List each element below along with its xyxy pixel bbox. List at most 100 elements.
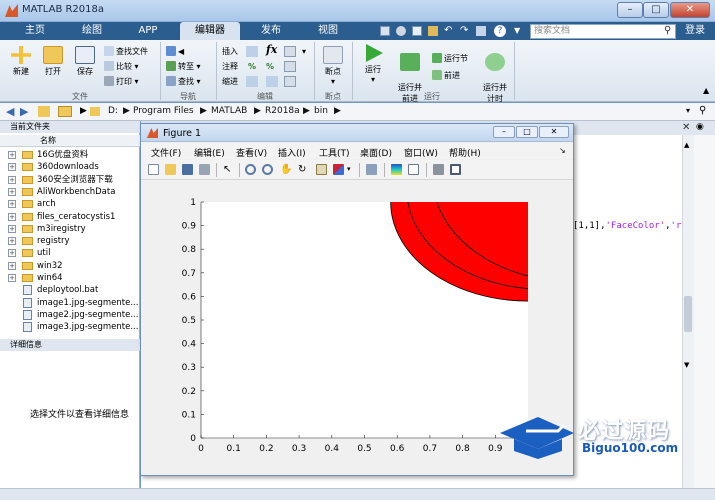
- tab-apps[interactable]: APP: [128, 22, 168, 40]
- search-input[interactable]: 搜索文档: [530, 24, 676, 39]
- dropdown-icon[interactable]: ▼: [514, 26, 520, 35]
- paste-icon[interactable]: [428, 26, 438, 36]
- data-cursor-icon[interactable]: [316, 164, 327, 175]
- file-list-item[interactable]: + util: [0, 247, 140, 259]
- file-list-item[interactable]: + files_ceratocystis1: [0, 211, 140, 223]
- breadcrumb-matlab[interactable]: MATLAB: [211, 106, 247, 116]
- up-folder-icon[interactable]: [38, 106, 50, 117]
- tab-home[interactable]: 主页: [18, 22, 52, 40]
- scroll-down-icon[interactable]: ▼: [684, 361, 689, 369]
- expand-icon[interactable]: +: [8, 224, 16, 233]
- pan-icon[interactable]: ✋: [280, 164, 292, 175]
- file-list-item[interactable]: image1.jpg-segmente...: [0, 297, 140, 309]
- file-list-item[interactable]: + win64: [0, 272, 140, 284]
- expand-icon[interactable]: +: [8, 187, 16, 196]
- file-list-item[interactable]: +360安全浏览器下载: [0, 174, 140, 186]
- menu-tools[interactable]: 工具(T): [319, 146, 350, 159]
- expand-icon[interactable]: +: [8, 151, 16, 159]
- find-button[interactable]: 查找 ▾: [166, 76, 201, 88]
- file-list-item[interactable]: + arch: [0, 198, 140, 210]
- login-button[interactable]: 登录: [680, 23, 710, 39]
- open-file-icon[interactable]: [165, 164, 176, 175]
- help-icon[interactable]: ?: [494, 25, 506, 37]
- comment-percent-icon[interactable]: %: [248, 61, 256, 73]
- show-plot-tools-icon[interactable]: [450, 164, 461, 175]
- maximize-button[interactable]: □: [643, 2, 669, 18]
- breadcrumb-drive[interactable]: D:: [108, 106, 118, 116]
- figure-maximize-button[interactable]: □: [516, 126, 538, 138]
- cut-icon[interactable]: [396, 26, 406, 36]
- zoom-out-icon[interactable]: [262, 164, 273, 175]
- new-button[interactable]: 新建: [6, 46, 36, 77]
- colorbar-icon[interactable]: [391, 164, 402, 175]
- outdent-icon[interactable]: [266, 76, 278, 87]
- file-list-item[interactable]: + registry: [0, 235, 140, 247]
- wrap-comment-icon[interactable]: [284, 46, 296, 57]
- expand-icon[interactable]: +: [8, 249, 16, 258]
- figure-minimize-button[interactable]: –: [493, 126, 515, 138]
- comment-button[interactable]: 注释: [222, 61, 238, 73]
- file-list-item[interactable]: image2.jpg-segmente...: [0, 309, 140, 321]
- advance-button[interactable]: 前进: [432, 70, 460, 82]
- uncomment-icon[interactable]: %: [266, 61, 274, 73]
- switch-windows-icon[interactable]: [476, 26, 486, 36]
- compare-button[interactable]: 比较 ▾: [104, 61, 139, 73]
- tab-view[interactable]: 视图: [308, 22, 348, 40]
- file-list-item[interactable]: image3.jpg-segmente...: [0, 321, 140, 333]
- browse-folder-icon[interactable]: [58, 106, 72, 117]
- expand-icon[interactable]: +: [8, 274, 16, 282]
- figure-title-bar[interactable]: Figure 1 – □ ✕: [141, 124, 573, 142]
- find-files-button[interactable]: 查找文件: [104, 46, 148, 58]
- close-button[interactable]: ✕: [670, 2, 710, 18]
- breadcrumb-r2018a[interactable]: R2018a: [265, 106, 300, 116]
- breakpoints-button[interactable]: 断点 ▾: [318, 46, 348, 86]
- expand-icon[interactable]: +: [8, 261, 16, 270]
- rotate-icon[interactable]: ↻: [298, 164, 309, 175]
- save-figure-icon[interactable]: [182, 164, 193, 175]
- run-section-button[interactable]: 运行节: [432, 53, 468, 65]
- format-icon[interactable]: [284, 76, 296, 87]
- tab-plots[interactable]: 绘图: [72, 22, 112, 40]
- brush-icon[interactable]: [333, 164, 344, 175]
- menu-view[interactable]: 查看(V): [236, 146, 267, 159]
- indent-button[interactable]: 缩进: [222, 76, 238, 88]
- new-figure-icon[interactable]: [148, 164, 159, 175]
- tab-publish[interactable]: 发布: [252, 22, 290, 40]
- scroll-up-icon[interactable]: ▲: [684, 141, 689, 149]
- menu-window[interactable]: 窗口(W): [404, 146, 438, 159]
- smart-indent-icon[interactable]: [284, 61, 296, 72]
- print-figure-icon[interactable]: [199, 164, 210, 175]
- hide-plot-tools-icon[interactable]: [433, 164, 444, 175]
- expand-icon[interactable]: +: [8, 200, 16, 209]
- breadcrumb-program-files[interactable]: Program Files: [133, 106, 194, 116]
- redo-icon[interactable]: ↷: [460, 25, 468, 36]
- menu-edit[interactable]: 编辑(E): [194, 146, 225, 159]
- pointer-icon[interactable]: ↖: [223, 164, 234, 175]
- copy-icon[interactable]: [412, 26, 422, 36]
- expand-icon[interactable]: +: [8, 175, 16, 184]
- menu-insert[interactable]: 插入(I): [278, 146, 306, 159]
- ribbon-collapse-icon[interactable]: ▲: [703, 86, 709, 95]
- insert-function-icon[interactable]: fx: [266, 44, 277, 56]
- insert-button[interactable]: 插入: [222, 46, 238, 58]
- expand-icon[interactable]: +: [8, 212, 16, 221]
- file-list-item[interactable]: deploytool.bat: [0, 284, 140, 296]
- insert-section-icon[interactable]: [246, 46, 258, 57]
- link-plot-icon[interactable]: [366, 164, 377, 175]
- indent-icon[interactable]: [246, 76, 258, 87]
- scrollbar-thumb[interactable]: [684, 296, 692, 332]
- search-icon[interactable]: ⚲: [664, 25, 671, 36]
- open-button[interactable]: 打开: [38, 46, 68, 77]
- minimize-button[interactable]: –: [617, 2, 643, 18]
- save-button[interactable]: 保存: [70, 46, 100, 77]
- file-list-item[interactable]: + AliWorkbenchData: [0, 186, 140, 198]
- menu-file[interactable]: 文件(F): [151, 146, 181, 159]
- expand-icon[interactable]: +: [8, 237, 16, 246]
- undo-icon[interactable]: ↶: [444, 25, 452, 36]
- name-column-header[interactable]: 名称: [0, 135, 140, 147]
- expand-icon[interactable]: +: [8, 163, 16, 172]
- zoom-in-icon[interactable]: [245, 164, 256, 175]
- menu-dock-icon[interactable]: ↘: [559, 146, 566, 155]
- run-button[interactable]: 运行 ▾: [358, 44, 388, 84]
- menu-help[interactable]: 帮助(H): [449, 146, 481, 159]
